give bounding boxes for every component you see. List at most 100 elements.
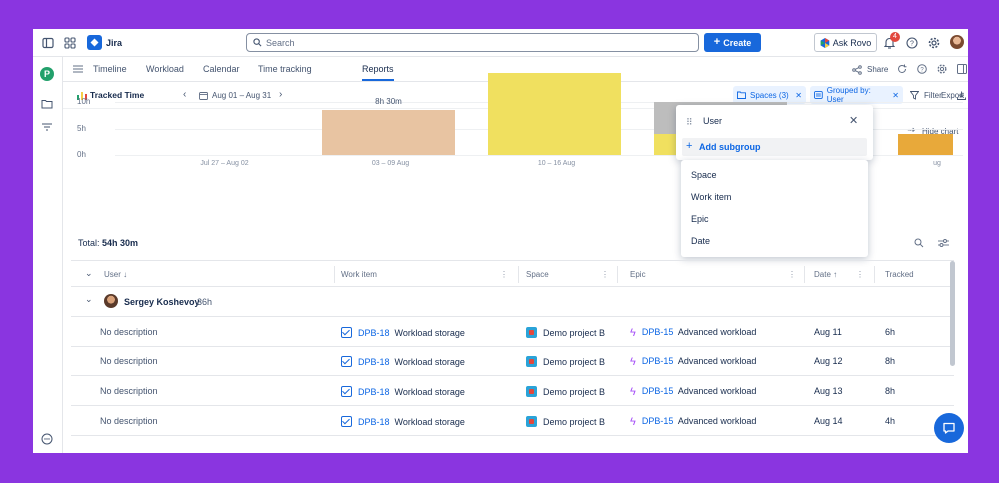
menu-icon[interactable] [73,65,83,73]
col-work-item[interactable]: Work item [341,270,377,279]
tracked-cell: 8h [885,356,896,366]
work-item-cell[interactable]: DPB-18 Workload storage [341,356,465,367]
work-item-key[interactable]: DPB-18 [358,387,390,397]
work-item-key[interactable]: DPB-18 [358,328,390,338]
add-subgroup-label: Add subgroup [699,142,761,152]
collapse-all-icon[interactable]: ⌄ [85,268,93,279]
filter-funnel-icon[interactable] [910,91,919,100]
date-cell: Aug 13 [814,386,843,396]
app-switcher-icon[interactable] [64,37,76,49]
group-row[interactable]: ⌄ Sergey Koshevoy 36h [71,287,954,317]
search-icon[interactable] [914,238,924,248]
chart-bar[interactable] [898,133,953,155]
epic-title: Advanced workload [677,386,757,396]
work-item-key[interactable]: DPB-18 [358,417,390,427]
filter-lines-icon[interactable] [41,122,53,132]
column-menu-icon[interactable]: ⋮ [601,270,609,279]
space-cell[interactable]: Demo project B [526,386,605,397]
space-name: Demo project B [543,328,606,338]
share-icon[interactable] [852,65,862,75]
date-range[interactable]: Aug 01 – Aug 31 [212,91,271,100]
epic-key[interactable]: DPB-15 [642,356,674,366]
table-row[interactable]: No description DPB-18 Workload storage Dem… [71,406,954,436]
epic-cell[interactable]: ϟ DPB-15 Advanced workload [630,327,756,339]
space-cell[interactable]: Demo project B [526,356,605,367]
plugin-logo-icon[interactable]: P [40,67,54,81]
option-work-item[interactable]: Work item [691,192,731,202]
chart-bar[interactable] [488,72,621,155]
option-space[interactable]: Space [691,170,717,180]
table-row[interactable]: No description DPB-18 Workload storage Dem… [71,317,954,347]
next-period-icon[interactable]: › [279,89,282,100]
prev-period-icon[interactable]: ‹ [183,89,186,100]
epic-cell[interactable]: ϟ DPB-15 Advanced workload [630,386,756,398]
column-menu-icon[interactable]: ⋮ [856,270,864,279]
epic-key[interactable]: DPB-15 [642,416,674,426]
task-checkbox-icon [341,386,352,397]
panel-toggle-icon[interactable] [957,64,967,74]
space-name: Demo project B [543,357,606,367]
feedback-chat-icon[interactable] [41,433,53,445]
table-scrollbar[interactable] [950,261,955,366]
table-row[interactable]: No description DPB-18 Workload storage Dem… [71,346,954,376]
col-epic[interactable]: Epic [630,270,646,279]
share-button[interactable]: Share [867,65,888,74]
ask-rovo-button[interactable]: Ask Rovo [814,33,877,52]
work-item-cell[interactable]: DPB-18 Workload storage [341,416,465,427]
export-button[interactable]: Export [941,91,964,100]
group-selected-value[interactable]: User [703,116,722,126]
drag-handle-icon[interactable]: ⠿ [686,117,693,128]
column-menu-icon[interactable]: ⋮ [500,270,508,279]
settings-gear-icon[interactable] [928,37,940,49]
jira-logo-icon[interactable] [87,35,102,50]
tab-timeline[interactable]: Timeline [93,64,127,74]
report-selector[interactable]: Tracked Time [90,90,144,100]
col-tracked[interactable]: Tracked [885,270,914,279]
space-cell[interactable]: Demo project B [526,327,605,338]
work-item-key[interactable]: DPB-18 [358,357,390,367]
close-icon[interactable]: ✕ [795,91,802,100]
remove-group-icon[interactable]: ✕ [849,114,858,127]
col-date[interactable]: Date ↑ [814,270,837,279]
folder-icon[interactable] [41,99,53,109]
help-circle-icon[interactable]: ? [917,64,927,74]
epic-cell[interactable]: ϟ DPB-15 Advanced workload [630,416,756,428]
tab-time-tracking[interactable]: Time tracking [258,64,312,74]
tab-calendar[interactable]: Calendar [203,64,240,74]
help-icon[interactable]: ? [906,37,918,49]
epic-title: Advanced workload [677,327,757,337]
option-epic[interactable]: Epic [691,214,709,224]
chart-bar[interactable] [322,109,455,155]
table-settings-icon[interactable] [938,238,949,248]
sidebar-toggle-icon[interactable] [42,37,54,49]
chevron-down-icon[interactable]: ⌄ [85,294,93,305]
filter-button[interactable]: Filter [924,91,942,100]
epic-key[interactable]: DPB-15 [642,327,674,337]
option-date[interactable]: Date [691,236,710,246]
epic-key[interactable]: DPB-15 [642,386,674,396]
refresh-icon[interactable] [897,64,907,74]
ask-rovo-label: Ask Rovo [832,37,872,48]
table-row[interactable]: No description DPB-18 Workload storage Dem… [71,376,954,406]
tab-workload[interactable]: Workload [146,64,184,74]
column-menu-icon[interactable]: ⋮ [788,270,796,279]
work-item-cell[interactable]: DPB-18 Workload storage [341,327,465,338]
work-item-cell[interactable]: DPB-18 Workload storage [341,386,465,397]
close-icon[interactable]: ✕ [892,91,899,100]
user-avatar[interactable] [950,35,964,49]
settings-icon[interactable] [937,64,947,74]
work-item-title: Workload storage [394,387,465,397]
search-input[interactable]: Search [246,33,699,52]
epic-cell[interactable]: ϟ DPB-15 Advanced workload [630,356,756,368]
row-description: No description [100,386,158,396]
x-tick-label: ug [933,160,941,167]
col-space[interactable]: Space [526,270,549,279]
create-button[interactable]: + Create [704,33,761,52]
left-sidebar: P [33,57,63,453]
add-subgroup-button[interactable]: + Add subgroup [682,138,867,156]
app-name[interactable]: Jira [106,38,122,48]
space-cell[interactable]: Demo project B [526,416,605,427]
col-user[interactable]: User ↓ [104,270,127,279]
tab-reports[interactable]: Reports [362,64,394,74]
chat-support-button[interactable] [934,413,964,443]
